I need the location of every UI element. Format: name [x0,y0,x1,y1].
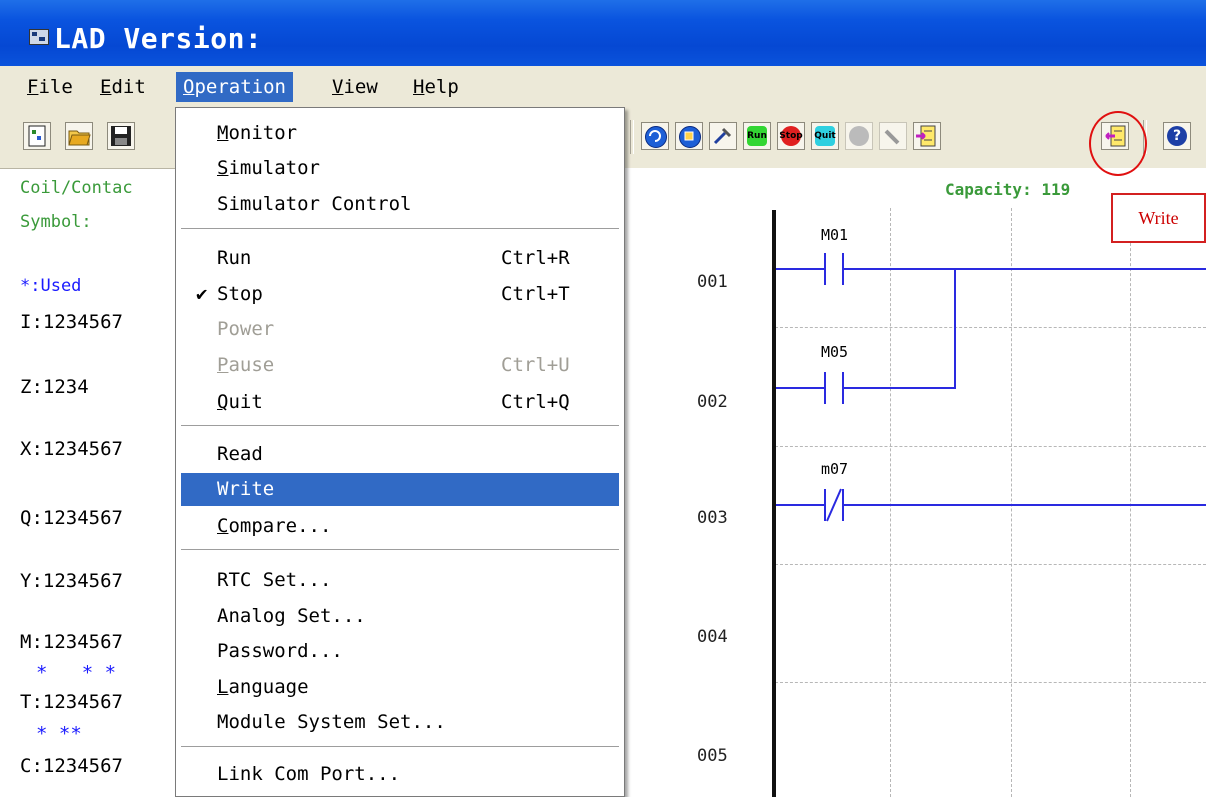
t-used-markers: * ** [36,723,82,745]
menu-item-link-com-port[interactable]: Link Com Port... [181,758,619,791]
quit-icon[interactable]: Quit [811,122,839,150]
menu-item-analog-set[interactable]: Analog Set... [181,600,619,633]
menu-item-language[interactable]: Language [181,671,619,704]
menu-item-power: Power [217,318,275,340]
tool-icon[interactable] [709,122,737,150]
new-icon[interactable] [23,122,51,150]
menu-item-read[interactable]: Read [181,438,619,471]
run-icon[interactable]: Run [743,122,771,150]
z-registers: Z:1234 [20,376,89,398]
menu-item-rtc-set[interactable]: RTC Set... [181,564,619,597]
window-title: LAD Version: [54,22,263,55]
connect-icon[interactable] [641,122,669,150]
menu-item-module-system-set[interactable]: Module System Set... [181,706,619,739]
symbol-label: Symbol: [20,212,92,232]
q-registers: Q:1234567 [20,507,123,529]
rung-wire [843,269,956,389]
no-contact-m01 [824,253,844,285]
title-bar: LAD Version: [0,0,1206,66]
menu-item-stop[interactable]: ✔ Stop Ctrl+T [181,278,619,311]
menu-operation[interactable]: Operation [176,72,293,102]
menu-item-monitor[interactable]: Monitor [181,117,619,150]
ladder-rungs [776,253,1206,522]
open-icon[interactable] [65,122,93,150]
menu-item-simulator[interactable]: Simulator [181,152,619,185]
stop-icon-label: Stop [779,131,803,141]
menu-item-compare[interactable]: Compare... [181,510,619,543]
run-icon-label: Run [747,131,767,141]
menu-separator [181,425,619,427]
menu-separator [181,228,619,230]
quit-icon-label: Quit [814,131,836,141]
app-window-icon [29,29,49,45]
y-registers: Y:1234567 [20,570,123,592]
m-registers: M:1234567 [20,631,123,653]
toolbar-separator [630,120,634,154]
pause-icon [879,122,907,150]
no-contact-m05 [824,372,844,404]
menu-item-write[interactable]: Write [181,473,619,506]
save-icon[interactable] [107,122,135,150]
menu-separator [181,549,619,551]
read-icon[interactable] [913,122,941,150]
i-registers: I:1234567 [20,311,123,333]
menu-help[interactable]: Help [406,72,466,102]
power-icon [845,122,873,150]
menu-item-simulator-control[interactable]: Simulator Control [181,188,619,221]
checkmark-icon: ✔ [196,283,208,305]
menu-item-quit[interactable]: Quit Ctrl+Q [181,386,619,419]
write-highlight-circle [1089,111,1147,176]
used-legend: *:Used [20,276,82,296]
t-registers: T:1234567 [20,691,123,713]
menu-edit[interactable]: Edit [93,72,153,102]
menu-item-pause: Pause Ctrl+U [217,354,570,376]
menu-file[interactable]: File [20,72,80,102]
stop-icon[interactable]: Stop [777,122,805,150]
nc-contact-m07 [824,488,844,522]
c-registers: C:1234567 [20,755,123,777]
menu-view[interactable]: View [325,72,385,102]
coil-contact-label: Coil/Contac [20,178,133,198]
menu-item-run[interactable]: Run Ctrl+R [181,242,619,275]
help-icon[interactable]: ? [1163,122,1191,150]
x-registers: X:1234567 [20,438,123,460]
menu-bar: File Edit Operation View Help [0,66,1206,109]
ladder-diagram[interactable]: Capacity: 119 001 002 003 004 005 M01 M0… [625,168,1206,797]
coil-contact-panel: Coil/Contac Symbol: *:Used I:1234567 Z:1… [14,172,180,797]
m-used-markers: * * * [36,662,117,684]
menu-item-password[interactable]: Password... [181,635,619,668]
operation-menu: Monitor Simulator Simulator Control Run C… [175,107,625,797]
refresh-icon[interactable] [675,122,703,150]
write-annotation: Write [1111,193,1206,243]
menu-separator [181,746,619,748]
